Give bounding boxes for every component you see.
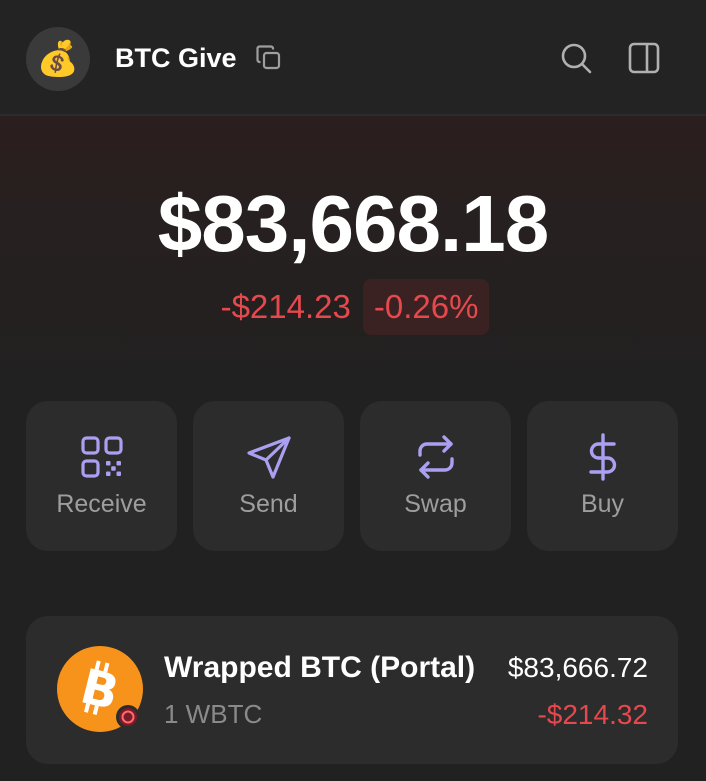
token-value: $83,666.72 xyxy=(507,652,648,683)
sidebar-panel-icon[interactable] xyxy=(626,40,662,76)
token-name: Wrapped BTC (Portal) xyxy=(164,651,476,684)
swap-icon xyxy=(417,435,454,479)
wallet-name[interactable]: BTC Give xyxy=(115,40,237,76)
swap-button[interactable]: Swap xyxy=(360,401,511,551)
token-change: -$214.32 xyxy=(537,699,648,730)
buy-button[interactable]: Buy xyxy=(527,401,678,551)
swap-label: Swap xyxy=(404,490,467,518)
bitcoin-icon: B xyxy=(57,646,143,732)
balance-change-percent-badge: -0.26% xyxy=(362,279,490,335)
money-bag-icon: 💰 xyxy=(36,40,80,78)
search-icon[interactable] xyxy=(558,40,594,76)
wallet-avatar[interactable]: 💰 xyxy=(26,27,90,91)
copy-icon[interactable] xyxy=(254,43,284,73)
send-icon xyxy=(246,436,291,479)
header-bar: 💰 BTC Give xyxy=(0,0,706,116)
token-row-wbtc[interactable]: B Wrapped BTC (Portal) 1 WBTC $83,666.72… xyxy=(26,616,678,764)
total-balance: $83,668.18 xyxy=(157,179,549,268)
dollar-icon xyxy=(588,433,616,481)
token-amount: 1 WBTC xyxy=(164,699,263,729)
send-label: Send xyxy=(239,490,298,518)
balance-change-amount: -$214.23 xyxy=(220,288,351,325)
receive-label: Receive xyxy=(56,490,147,518)
receive-button[interactable]: Receive xyxy=(26,401,177,551)
balance-change-row: -$214.23 -0.26% xyxy=(0,279,706,335)
buy-label: Buy xyxy=(580,490,625,518)
qr-code-icon xyxy=(80,436,123,478)
send-button[interactable]: Send xyxy=(193,401,344,551)
